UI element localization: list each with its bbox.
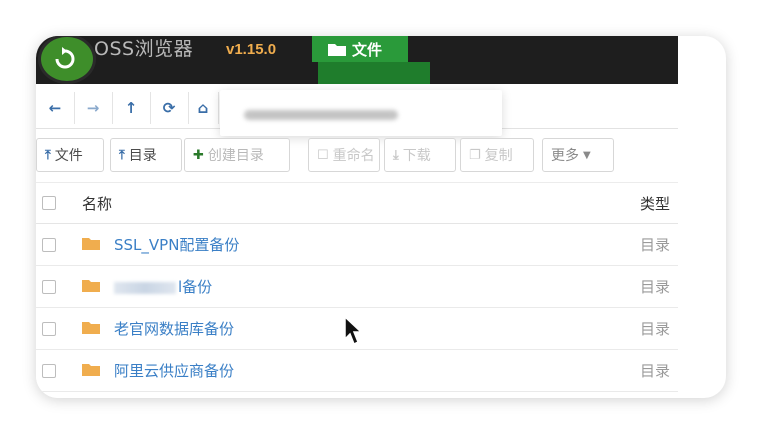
row-name-link[interactable]: 老官网数据库备份	[114, 318, 234, 339]
version-label: v1.15.0	[226, 41, 277, 58]
more-label: 更多	[551, 148, 579, 164]
back-button[interactable]: ←	[36, 92, 75, 124]
arrow-up-icon: ↑	[124, 99, 138, 117]
folder-icon	[82, 280, 100, 292]
edit-icon: ☐	[317, 147, 329, 163]
action-toolbar: ⤒ 文件 ⤒ 目录 ✚ 创建目录 ☐ 重命名 ⤓ 下载 ❐ 复制 更多 ▼	[36, 136, 678, 176]
app-title: OSS浏览器	[94, 38, 194, 60]
rename-label: 重命名	[332, 148, 375, 164]
mouse-cursor-icon	[344, 316, 363, 346]
table-row[interactable]: 阿里云供应商备份 目录	[36, 350, 678, 392]
row-type: 目录	[640, 278, 671, 296]
copy-label: 复制	[484, 148, 513, 164]
row-type: 目录	[640, 362, 671, 380]
copy-button[interactable]: ❐ 复制	[460, 138, 534, 172]
create-folder-button[interactable]: ✚ 创建目录	[184, 138, 290, 172]
refresh-button[interactable]: ⟳	[150, 92, 189, 124]
row-checkbox[interactable]	[42, 280, 56, 294]
upload-file-label: 文件	[54, 148, 83, 164]
download-label: 下载	[402, 148, 431, 164]
select-all-checkbox[interactable]	[42, 196, 56, 210]
download-button[interactable]: ⤓ 下载	[384, 138, 456, 172]
table-row[interactable]: l备份 目录	[36, 266, 678, 308]
window-frame: OSS浏览器 v1.15.0 文件 ← → ↑ ⟳ ⌂ ⤒ 文件 ⤒ 目录 ✚ …	[36, 36, 726, 398]
row-name-text: l备份	[178, 278, 213, 296]
blurred-path-text	[244, 110, 398, 120]
caret-down-icon: ▼	[583, 149, 591, 161]
row-name-link[interactable]: 阿里云供应商备份	[114, 360, 234, 381]
upload-folder-label: 目录	[128, 148, 157, 164]
row-name-link[interactable]: SSL_VPN配置备份	[114, 234, 239, 255]
nav-tab-shadow	[318, 62, 430, 84]
folder-icon	[82, 364, 100, 376]
folder-icon	[82, 238, 100, 250]
refresh-icon: ⟳	[162, 99, 176, 117]
tab-files-label: 文件	[352, 41, 383, 59]
row-name-link[interactable]: l备份	[114, 276, 212, 297]
tab-files[interactable]: 文件	[312, 36, 408, 62]
arrow-left-icon: ←	[48, 99, 62, 117]
row-checkbox[interactable]	[42, 364, 56, 378]
row-checkbox[interactable]	[42, 322, 56, 336]
column-header-name[interactable]: 名称	[82, 193, 112, 214]
rename-button[interactable]: ☐ 重命名	[308, 138, 380, 172]
logo-arrow-icon	[55, 47, 75, 69]
folder-icon	[82, 322, 100, 334]
plus-icon: ✚	[193, 147, 204, 163]
column-header-type[interactable]: 类型	[640, 193, 670, 214]
upload-icon: ⤒	[119, 147, 125, 163]
arrow-right-icon: →	[86, 99, 100, 117]
row-type: 目录	[640, 236, 671, 254]
home-button[interactable]: ⌂	[188, 92, 219, 124]
redacted-text	[114, 281, 176, 294]
upload-folder-button[interactable]: ⤒ 目录	[110, 138, 182, 172]
top-nav-bar: OSS浏览器 v1.15.0 文件	[36, 36, 678, 84]
row-type: 目录	[640, 320, 671, 338]
file-table-header: 名称 类型	[36, 182, 678, 224]
table-row[interactable]: SSL_VPN配置备份 目录	[36, 224, 678, 266]
download-icon: ⤓	[393, 147, 399, 163]
upload-icon: ⤒	[45, 147, 51, 163]
more-button[interactable]: 更多 ▼	[542, 138, 614, 172]
forward-button[interactable]: →	[74, 92, 113, 124]
row-checkbox[interactable]	[42, 238, 56, 252]
app-logo	[38, 36, 96, 84]
up-button[interactable]: ↑	[112, 92, 151, 124]
folder-icon	[328, 44, 346, 56]
upload-file-button[interactable]: ⤒ 文件	[36, 138, 104, 172]
create-folder-label: 创建目录	[207, 148, 264, 164]
copy-icon: ❐	[469, 147, 481, 163]
path-input-dropdown[interactable]	[220, 90, 502, 136]
home-icon: ⌂	[197, 99, 209, 117]
